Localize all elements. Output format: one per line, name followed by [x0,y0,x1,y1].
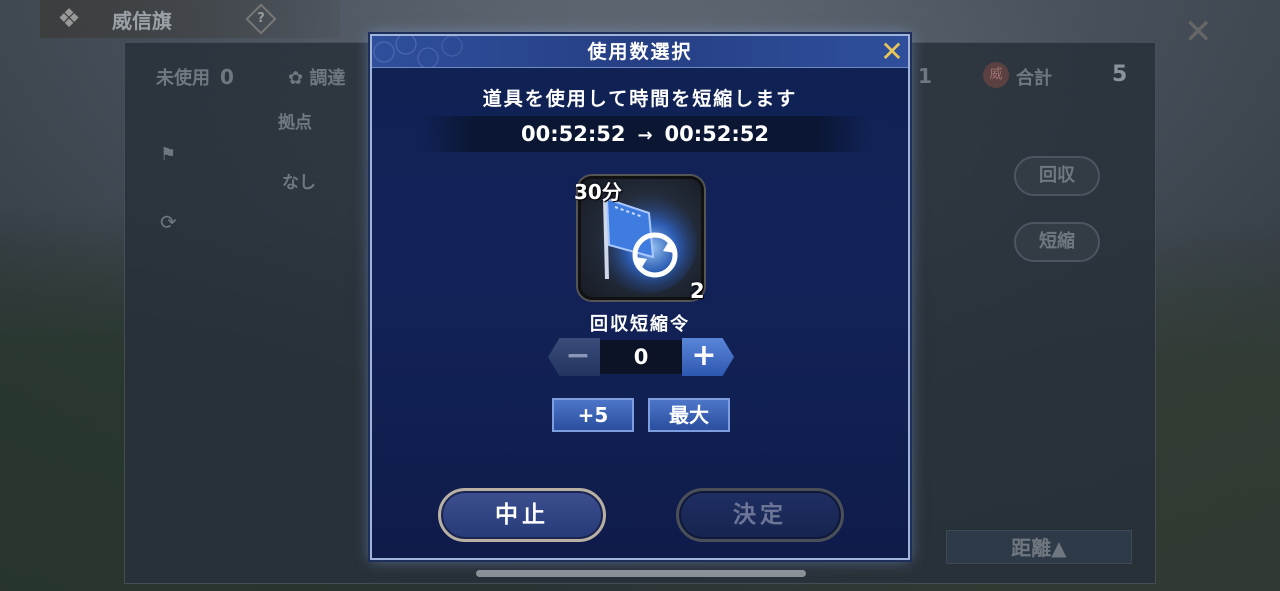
base-column-header: 拠点 [278,113,312,133]
procure-icon: ✿ [288,68,304,89]
flag-status-icon: ⚑ [160,144,177,165]
unused-summary: 未使用 0 [156,64,234,90]
time-comparison: 00:52:52 → 00:52:52 [420,116,870,152]
item-duration-label: 30分 [574,180,622,204]
refresh-status-icon: ⟳ [160,210,177,234]
dialog-header: 使用数選択 ✕ [372,36,908,68]
total-count: 5 [1112,62,1128,87]
base-value: なし [282,173,316,193]
dialog-description: 道具を使用して時間を短縮します [482,88,798,110]
item-name: 回収短縮令 [590,314,690,335]
cancel-button[interactable]: 中止 [438,488,606,542]
add-five-button[interactable]: +5 [552,398,634,432]
procure-count: 1 [918,64,932,88]
quantity-value: 0 [600,340,682,374]
item-owned-count: 2 [690,279,705,303]
page-title: 威信旗 [112,8,172,33]
close-icon[interactable]: ✕ [878,38,906,66]
top-bar: ❖ 威信旗 [40,0,340,38]
total-label: 合計 [1016,68,1052,89]
use-quantity-dialog: 使用数選択 ✕ 道具を使用して時間を短縮します 00:52:52 → 00:52:5… [370,34,910,560]
unused-count: 0 [220,65,234,89]
confirm-button[interactable]: 決定 [676,488,844,542]
time-after: 00:52:52 [664,122,770,146]
dialog-title: 使用数選択 [587,41,693,63]
unused-label: 未使用 [156,68,210,89]
arrow-right-icon: → [637,125,653,146]
procure-summary: ✿ 調達 [288,64,345,90]
increment-button[interactable]: + [682,338,734,376]
recover-button[interactable]: 回収 [1014,156,1100,196]
quantity-stepper: − 0 + [548,338,734,376]
time-before: 00:52:52 [520,122,626,146]
background-close-icon[interactable]: ✕ [1184,12,1213,52]
decrement-button[interactable]: − [548,338,600,376]
max-button[interactable]: 最大 [648,398,730,432]
total-badge-icon: 威 [983,62,1009,88]
dragon-emblem-icon: ❖ [57,4,81,34]
scrollbar[interactable] [476,570,806,577]
procure-label: 調達 [309,68,346,89]
shorten-button[interactable]: 短縮 [1014,222,1100,262]
distance-sort-button[interactable]: 距離▲ [946,530,1132,564]
